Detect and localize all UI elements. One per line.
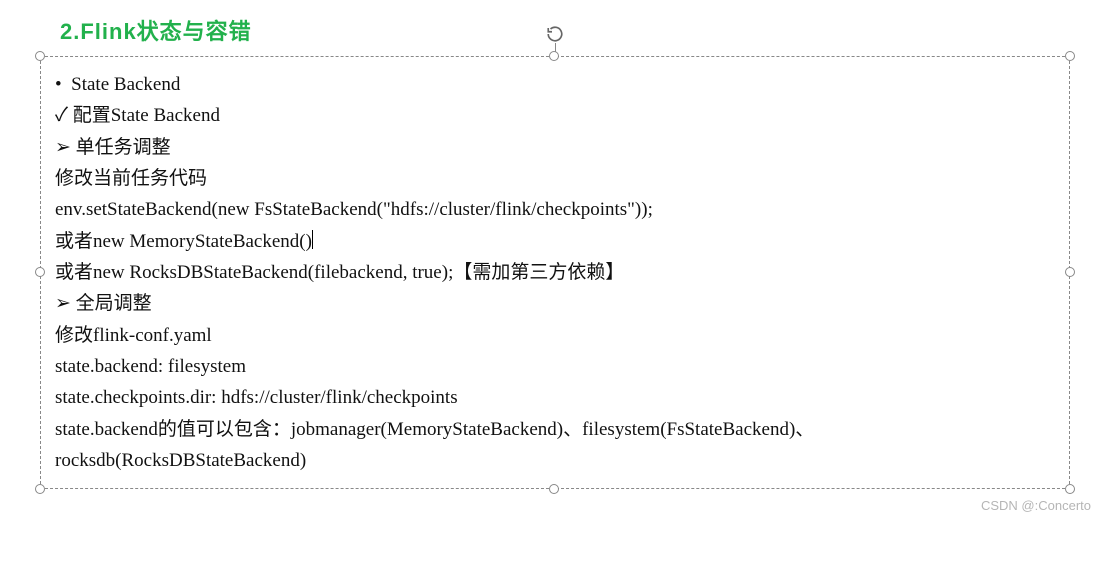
content-line: rocksdb(RocksDBStateBackend) [55, 445, 1055, 476]
content-line: state.backend的值可以包含：jobmanager(MemorySta… [55, 414, 1055, 445]
slide-title: 2.Flink状态与容错 [60, 14, 1091, 46]
content-line: • State Backend [55, 69, 1055, 100]
content-line: ✓ 配置State Backend [55, 100, 1055, 131]
resize-handle-top-left[interactable] [35, 51, 45, 61]
resize-handle-top-right[interactable] [1065, 51, 1075, 61]
resize-handle-bottom-middle[interactable] [549, 484, 559, 494]
content-textbox[interactable]: • State Backend ✓ 配置State Backend ➢ 单任务调… [40, 56, 1070, 489]
resize-handle-middle-left[interactable] [35, 267, 45, 277]
content-line: ➢ 单任务调整 [55, 132, 1055, 163]
content-line: state.backend: filesystem [55, 351, 1055, 382]
resize-handle-bottom-right[interactable] [1065, 484, 1075, 494]
resize-handle-top-middle[interactable] [549, 51, 559, 61]
resize-handle-bottom-left[interactable] [35, 484, 45, 494]
content-line: 或者new MemoryStateBackend() [55, 226, 1055, 257]
content-line: 修改flink-conf.yaml [55, 320, 1055, 351]
resize-handle-middle-right[interactable] [1065, 267, 1075, 277]
content-line: 或者new RocksDBStateBackend(filebackend, t… [55, 257, 1055, 288]
watermark: CSDN @:Concerto [981, 498, 1091, 513]
rotate-handle-icon[interactable] [546, 25, 564, 43]
content-line: ➢ 全局调整 [55, 288, 1055, 319]
content-line: state.checkpoints.dir: hdfs://cluster/fl… [55, 382, 1055, 413]
text-cursor-icon [312, 230, 313, 249]
content-line: 修改当前任务代码 [55, 163, 1055, 194]
content-line: env.setStateBackend(new FsStateBackend("… [55, 194, 1055, 225]
